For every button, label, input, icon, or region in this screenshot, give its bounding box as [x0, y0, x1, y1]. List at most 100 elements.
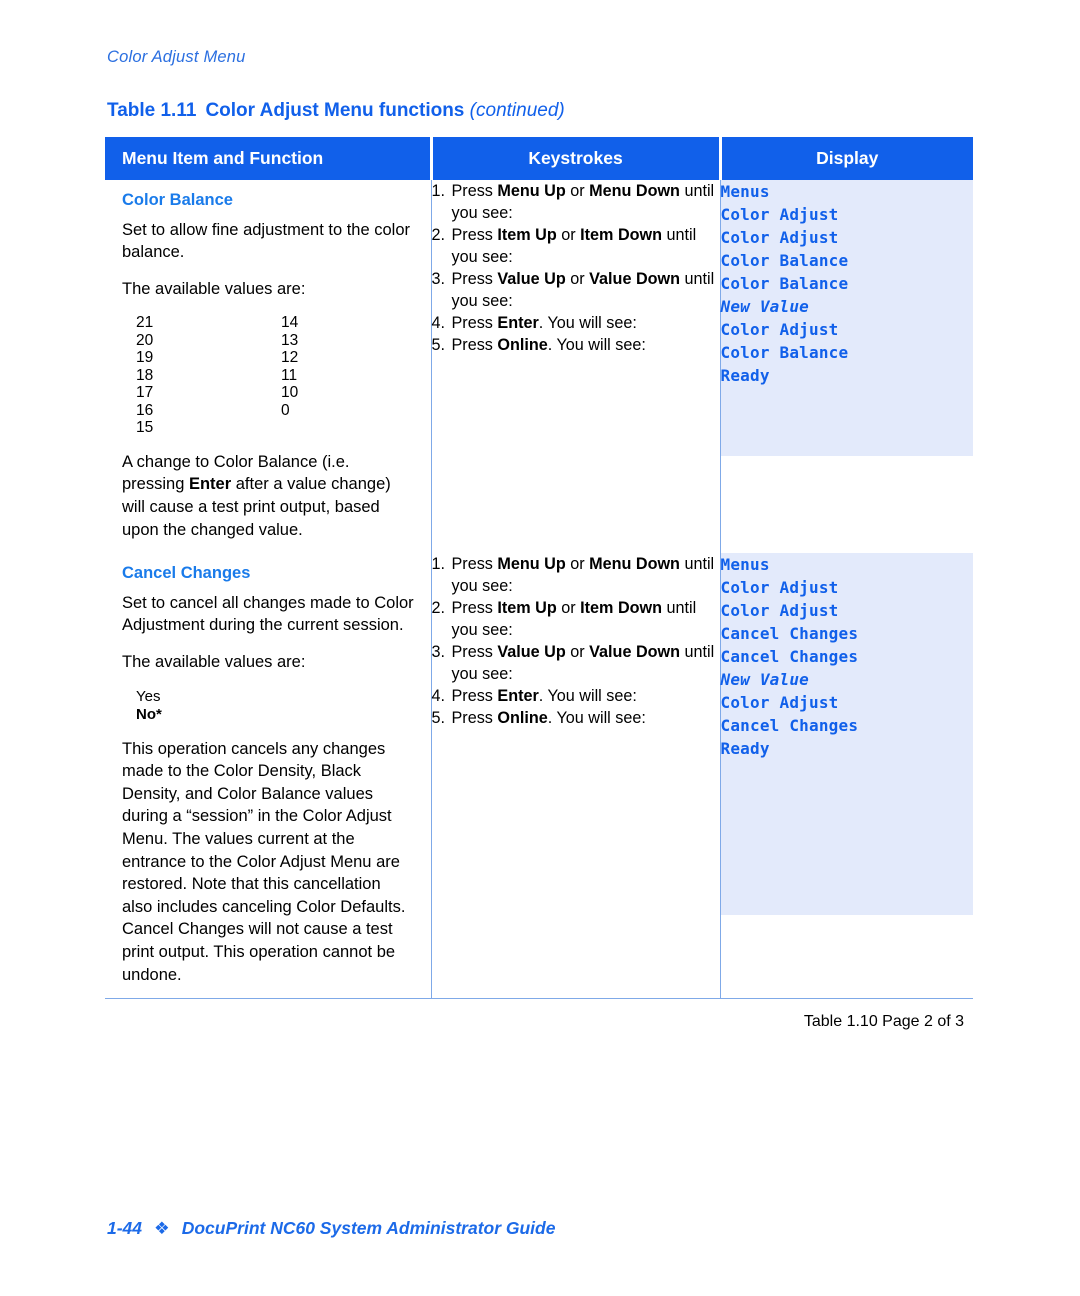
keystroke-step-row: 4. Press Enter. You will see: [432, 312, 720, 334]
keystroke-step-row: 5. Press Online. You will see: [432, 334, 720, 356]
display-line: Menus [720, 555, 770, 575]
keystroke-step: 3. Press Value Up or Value Down until you… [432, 641, 720, 685]
value-left: 21 [136, 314, 154, 332]
table-caption-title: Color Adjust Menu functions [205, 100, 465, 121]
display-message: Menus Color Adjust [720, 180, 973, 226]
step-number: 1. [431, 555, 446, 574]
step-text: Press Enter. You will see: [451, 687, 637, 706]
step-number: 4. [431, 314, 446, 332]
table-body: Color Balance Set to allow fine adjustmen… [105, 180, 973, 999]
keystroke-step-row: 1. Press Menu Up or Menu Down until you s… [432, 180, 720, 224]
column-header-keystrokes: Keystrokes [431, 137, 722, 180]
table-header-row: Menu Item and Function Keystrokes Displa… [105, 137, 973, 180]
value-left: 20 [136, 331, 154, 349]
display-line: Cancel Changes [720, 647, 859, 667]
step-number: 3. [431, 270, 446, 288]
page-footer: 1-44 ❖ DocuPrint NC60 System Administrator… [107, 1218, 555, 1239]
table-row: Cancel Changes Set to cancel all changes … [105, 553, 973, 999]
step-text: Press Item Up or Item Down until you see… [451, 226, 697, 266]
step-text: Press Value Up or Value Down until you s… [451, 643, 715, 684]
display-cell: Menus Color Adjust Color Adjust Cancel Chan… [720, 553, 973, 998]
keystroke-step-row: 4. Press Enter. You will see: [432, 685, 720, 707]
display-message: Color Adjust Color Balance [720, 318, 973, 364]
step-text: Press Online. You will see: [451, 709, 646, 728]
keystrokes-steps: 1. Press Menu Up or Menu Down until you s… [432, 553, 720, 729]
value-row: 21 14 [136, 314, 415, 332]
table-row: Color Balance Set to allow fine adjustmen… [105, 180, 973, 554]
display-message-row: Color Adjust Color Balance [720, 318, 973, 364]
display-line: Ready [720, 366, 770, 385]
value-right: 11 [281, 366, 298, 384]
display-message: Cancel Changes New Value [720, 645, 973, 692]
keystroke-step: 4. Press Enter. You will see: [432, 685, 720, 707]
keystroke-step: 1. Press Menu Up or Menu Down until you s… [432, 553, 720, 597]
display-message: Ready [720, 364, 973, 456]
display-message-row: Ready [720, 364, 973, 456]
value-option: Yes [136, 687, 161, 705]
value-row: 18 11 [136, 367, 415, 385]
display-cell: Menus Color Adjust Color Adjust Color Balan… [720, 180, 973, 553]
value-right: 0 [281, 401, 290, 419]
display-messages: Menus Color Adjust Color Adjust Cancel Chan… [720, 553, 973, 916]
menu-item-title: Color Balance [122, 191, 233, 209]
diamond-icon: ❖ [154, 1218, 170, 1238]
menu-item-cell: Cancel Changes Set to cancel all changes … [105, 553, 432, 999]
keystroke-step: 2. Press Item Up or Item Down until you s… [432, 597, 720, 641]
display-line: Ready [720, 739, 770, 759]
step-text: Press Item Up or Item Down until you see… [451, 599, 697, 640]
description-paragraph: Set to allow fine adjustment to the colo… [122, 220, 410, 262]
keystrokes-cell: 1. Press Menu Up or Menu Down until you s… [431, 553, 721, 999]
keystroke-step: 5. Press Online. You will see: [432, 707, 720, 729]
step-text: Press Enter. You will see: [451, 314, 637, 332]
menu-item-cell: Color Balance Set to allow fine adjustmen… [105, 180, 432, 554]
step-text: Press Value Up or Value Down until you s… [451, 270, 715, 310]
display-message: Color Adjust Cancel Changes [720, 599, 973, 646]
step-number: 2. [431, 599, 446, 618]
display-message: Menus Color Adjust [720, 553, 973, 600]
value-right: 13 [281, 331, 299, 349]
value-left: 15 [136, 419, 154, 437]
page-footer-title: DocuPrint NC60 System Administrator Guid… [181, 1218, 556, 1238]
display-message: Color Adjust Color Balance [720, 226, 973, 272]
table-caption: Table 1.11 Color Adjust Menu functions (c… [107, 100, 565, 122]
value-right: 12 [281, 349, 299, 367]
keystrokes-steps: 1. Press Menu Up or Menu Down until you s… [432, 180, 720, 356]
keystroke-step-row: 3. Press Value Up or Value Down until you… [432, 268, 720, 312]
keystroke-step-row: 5. Press Online. You will see: [432, 707, 720, 729]
description-note: A change to Color Balance (i.e. pressing… [122, 452, 391, 539]
step-number: 5. [431, 709, 446, 728]
display-messages: Menus Color Adjust Color Adjust Color Balan… [720, 180, 973, 456]
value-option: No* [136, 705, 162, 723]
step-number: 4. [431, 687, 446, 706]
display-message-row: Color Adjust Cancel Changes [720, 599, 973, 646]
page-number: 1-44 [107, 1218, 143, 1238]
table-footer-row: Table 1.10 Page 2 of 3 [105, 998, 973, 1046]
keystroke-step: 3. Press Value Up or Value Down until you… [432, 268, 720, 312]
value-left: 17 [136, 384, 154, 402]
display-message-row: Ready [720, 737, 973, 916]
column-header-display: Display [720, 137, 973, 180]
keystroke-step: 1. Press Menu Up or Menu Down until you s… [432, 180, 720, 224]
description-paragraph: Set to cancel all changes made to Color … [122, 593, 414, 635]
display-line: Cancel Changes [720, 624, 859, 644]
keystroke-step-row: 3. Press Value Up or Value Down until you… [432, 641, 720, 685]
display-message: Color Adjust Cancel Changes [720, 691, 973, 738]
value-left: 18 [136, 366, 154, 384]
value-right: 10 [281, 384, 299, 402]
value-row: 17 10 [136, 384, 415, 402]
display-message-row: Cancel Changes New Value [720, 645, 973, 692]
display-message: Color Balance New Value [720, 272, 973, 318]
display-message-row: Menus Color Adjust [720, 553, 973, 600]
value-row: 19 12 [136, 349, 415, 367]
keystroke-step-row: 2. Press Item Up or Item Down until you s… [432, 224, 720, 268]
table-footer-note: Table 1.10 Page 2 of 3 [105, 998, 973, 1046]
value-row: 20 13 [136, 332, 415, 350]
display-line: Menus [720, 182, 770, 201]
display-line: New Value [720, 670, 809, 690]
value-row: 15 [136, 419, 415, 437]
display-message-row: Color Adjust Cancel Changes [720, 691, 973, 738]
keystroke-step: 4. Press Enter. You will see: [432, 312, 720, 334]
keystroke-step-row: 2. Press Item Up or Item Down until you s… [432, 597, 720, 641]
keystroke-step-row: 1. Press Menu Up or Menu Down until you s… [432, 553, 720, 597]
keystroke-step: 5. Press Online. You will see: [432, 334, 720, 356]
